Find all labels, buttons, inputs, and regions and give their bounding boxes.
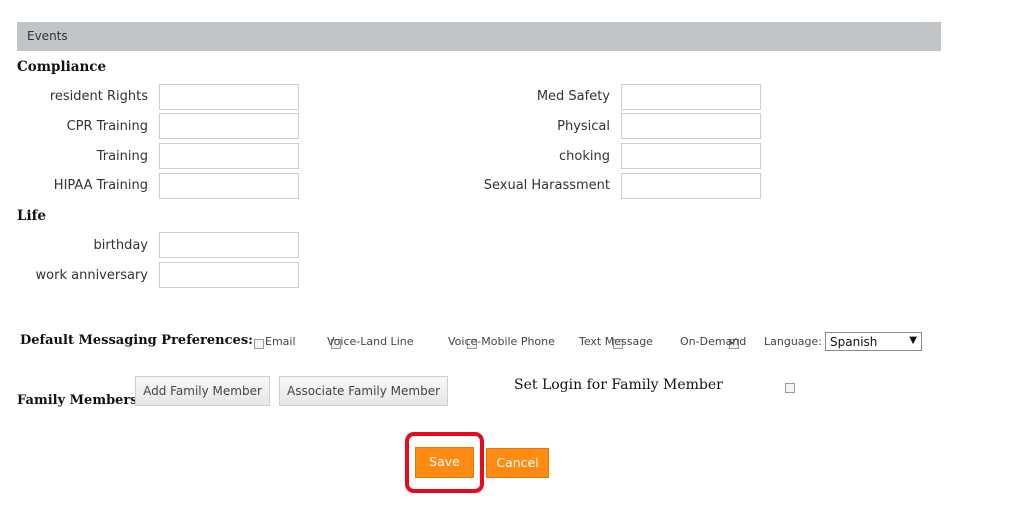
hipaa-training-label: HIPAA Training xyxy=(53,178,148,193)
resident-rights-input[interactable] xyxy=(159,84,299,110)
add-family-member-button[interactable]: Add Family Member xyxy=(135,376,270,406)
life-heading: Life xyxy=(17,208,47,224)
sexual-harassment-input[interactable] xyxy=(621,173,761,199)
compliance-heading: Compliance xyxy=(17,59,107,75)
birthday-input[interactable] xyxy=(159,232,299,258)
messaging-preferences-label: Default Messaging Preferences: xyxy=(20,333,253,348)
work-anniversary-input[interactable] xyxy=(159,262,299,288)
birthday-label: birthday xyxy=(93,238,148,253)
cpr-training-input[interactable] xyxy=(159,113,299,139)
choking-input[interactable] xyxy=(621,143,761,169)
training-label: Training xyxy=(96,149,148,164)
training-input[interactable] xyxy=(159,143,299,169)
med-safety-input[interactable] xyxy=(621,84,761,110)
set-login-family-member-label: Set Login for Family Member xyxy=(514,377,723,393)
cpr-training-label: CPR Training xyxy=(66,119,148,134)
email-option-label: Email xyxy=(265,335,296,348)
language-label: Language: xyxy=(764,335,822,348)
family-members-label: Family Members xyxy=(17,393,138,408)
email-checkbox[interactable] xyxy=(254,339,264,349)
dropdown-arrow-icon: ▼ xyxy=(909,335,917,346)
on-demand-option-label: On-Demand xyxy=(680,335,747,348)
text-message-option-label: Text Message xyxy=(579,335,653,348)
events-section-title: Events xyxy=(27,29,68,43)
language-selected-value: Spanish xyxy=(830,335,878,349)
physical-input[interactable] xyxy=(621,113,761,139)
cancel-button[interactable]: Cancel xyxy=(486,448,549,478)
physical-label: Physical xyxy=(557,119,610,134)
language-select[interactable]: Spanish ▼ xyxy=(825,332,922,351)
save-button[interactable]: Save xyxy=(415,447,474,478)
choking-label: choking xyxy=(559,149,610,164)
events-section-header: Events xyxy=(17,22,941,51)
hipaa-training-input[interactable] xyxy=(159,173,299,199)
voice-mobile-phone-option-label: Voice-Mobile Phone xyxy=(448,335,555,348)
med-safety-label: Med Safety xyxy=(536,89,610,104)
sexual-harassment-label: Sexual Harassment xyxy=(483,178,610,193)
work-anniversary-label: work anniversary xyxy=(35,268,148,283)
voice-land-line-option-label: Voice-Land Line xyxy=(327,335,414,348)
resident-rights-label: resident Rights xyxy=(49,89,148,104)
set-login-family-member-checkbox[interactable] xyxy=(785,383,796,393)
associate-family-member-button[interactable]: Associate Family Member xyxy=(279,376,448,406)
